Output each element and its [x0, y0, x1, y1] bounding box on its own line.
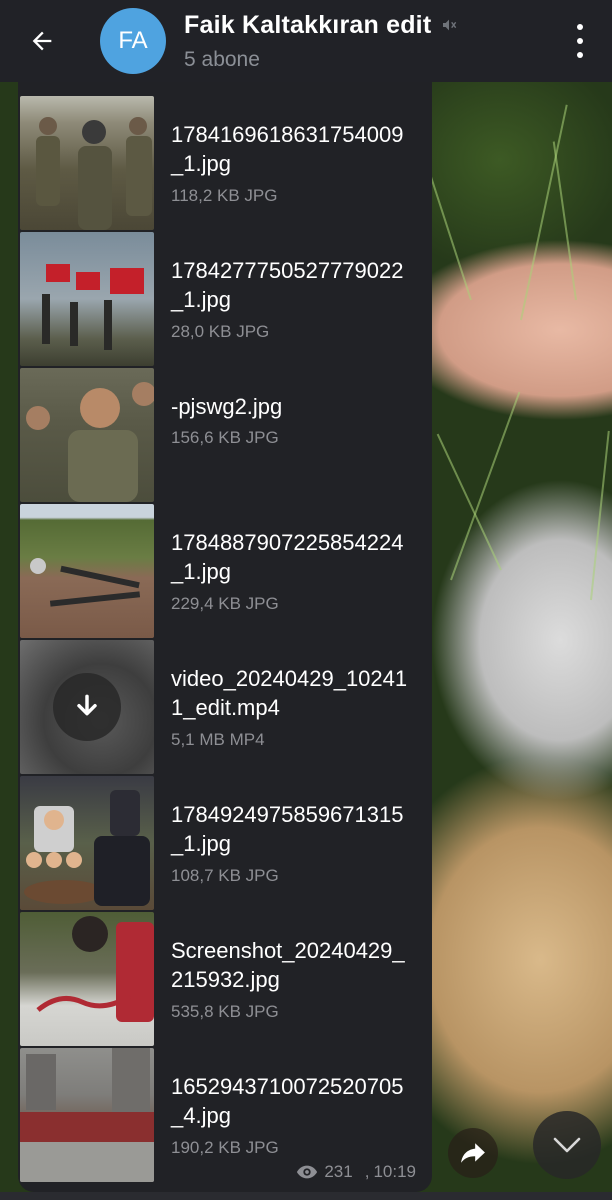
message-footer: 231 , 10:19	[296, 1162, 416, 1182]
bottom-bar	[0, 1192, 612, 1200]
file-item[interactable]: 1784887907225854224_1.jpg 229,4 KB JPG	[18, 504, 432, 638]
channel-info[interactable]: Faik Kaltakkıran edit 5 abone	[184, 11, 457, 72]
file-thumbnail[interactable]	[20, 96, 154, 230]
file-thumbnail[interactable]	[20, 368, 154, 502]
file-thumbnail[interactable]	[20, 776, 154, 910]
photo-laughing-man-icon	[26, 382, 154, 502]
chat-header: FA Faik Kaltakkıran edit 5 abone	[0, 0, 612, 82]
file-name: 1784887907225854224_1.jpg	[171, 530, 404, 584]
photo-street-crowd-icon	[20, 1048, 154, 1182]
download-button[interactable]	[53, 673, 121, 741]
views-icon	[296, 1164, 318, 1180]
file-item[interactable]: Screenshot_20240429_215932.jpg 535,8 KB …	[18, 912, 432, 1046]
more-vert-icon-dot	[577, 38, 583, 44]
file-meta: 5,1 MB MP4	[171, 730, 265, 749]
file-meta: 108,7 KB JPG	[171, 866, 279, 885]
file-meta: 118,2 KB JPG	[171, 186, 278, 205]
file-item[interactable]: -pjswg2.jpg 156,6 KB JPG	[18, 368, 432, 502]
file-item[interactable]: 1784924975859671315_1.jpg 108,7 KB JPG	[18, 776, 432, 910]
scroll-down-button[interactable]	[533, 1111, 601, 1179]
file-item[interactable]: 1784277750527779022_1.jpg 28,0 KB JPG	[18, 232, 432, 366]
file-meta: 535,8 KB JPG	[171, 1002, 279, 1021]
file-name: 1784277750527779022_1.jpg	[171, 258, 404, 312]
more-vert-icon	[577, 24, 583, 30]
share-arrow-icon	[461, 1143, 485, 1163]
file-name: 1784924975859671315_1.jpg	[171, 802, 404, 856]
file-meta: 156,6 KB JPG	[171, 428, 279, 447]
file-meta: 28,0 KB JPG	[171, 322, 270, 341]
message-bubble: 1784169618631754009_1.jpg 118,2 KB JPG 1…	[18, 82, 432, 1192]
photo-flags-silhouettes-icon	[42, 264, 144, 350]
file-meta: 229,4 KB JPG	[171, 594, 279, 613]
file-thumbnail[interactable]	[20, 232, 154, 366]
download-arrow-icon	[77, 694, 97, 716]
photo-hdp-wall-icon	[36, 916, 154, 1022]
subscriber-count: 5 abone	[184, 47, 260, 71]
message-time: 10:19	[373, 1162, 416, 1181]
file-meta: 190,2 KB JPG	[171, 1138, 279, 1157]
channel-title: Faik Kaltakkıran edit	[184, 10, 432, 39]
file-thumbnail[interactable]	[20, 1048, 154, 1182]
file-name: 1652943710072520705_4.jpg	[171, 1074, 404, 1128]
view-count: 231	[324, 1162, 353, 1181]
photo-collage-grave-icon	[24, 790, 150, 906]
file-name: Screenshot_20240429_215932.jpg	[171, 938, 405, 992]
avatar-initials: FA	[118, 27, 148, 54]
file-item[interactable]: 1784169618631754009_1.jpg 118,2 KB JPG	[18, 96, 432, 230]
share-button[interactable]	[448, 1128, 498, 1178]
file-name: 1784169618631754009_1.jpg	[171, 122, 404, 176]
channel-avatar[interactable]: FA	[100, 8, 166, 74]
file-thumbnail[interactable]	[20, 504, 154, 638]
more-options-button[interactable]	[570, 24, 590, 58]
video-thumbnail[interactable]	[20, 640, 154, 774]
chevron-down-icon	[553, 1137, 581, 1153]
back-button[interactable]	[0, 0, 84, 82]
file-name: -pjswg2.jpg	[171, 394, 283, 419]
mute-icon	[441, 17, 457, 33]
footer-separator: ,	[364, 1162, 370, 1181]
photo-group-armed-men-icon	[36, 117, 152, 230]
file-name: video_20240429_102411_edit.mp4	[171, 666, 408, 720]
more-vert-icon-dot	[577, 52, 583, 58]
back-arrow-icon	[32, 31, 52, 51]
file-item[interactable]: video_20240429_102411_edit.mp4 5,1 MB MP…	[18, 640, 432, 774]
photo-field-weapons-icon	[30, 558, 141, 607]
file-thumbnail[interactable]	[20, 912, 154, 1046]
